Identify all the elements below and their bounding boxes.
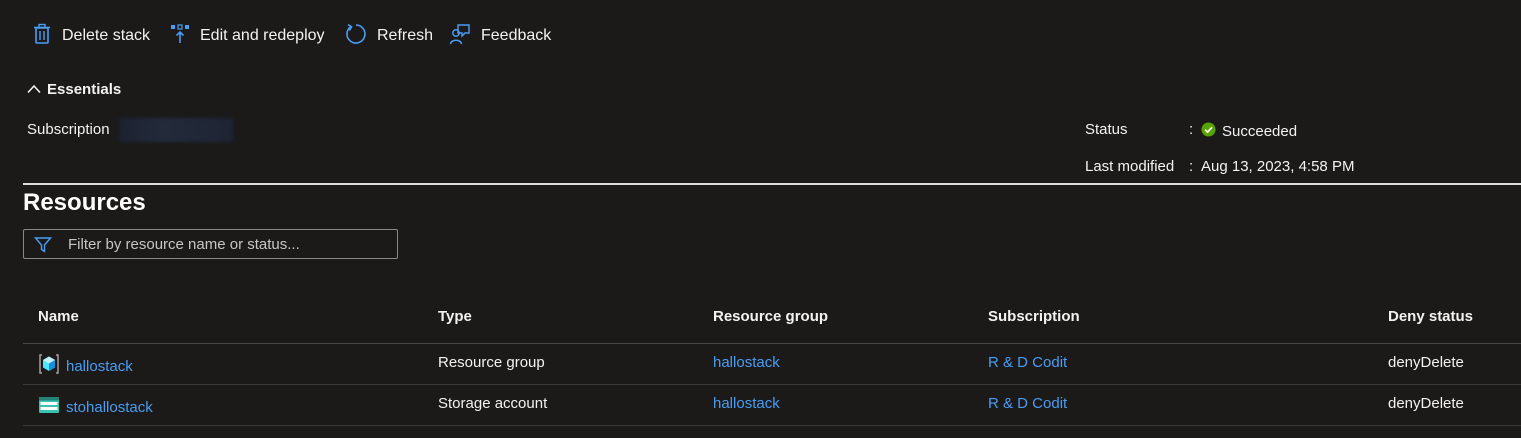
edit-and-redeploy-button[interactable]: Edit and redeploy: [170, 22, 325, 50]
column-header-type[interactable]: Type: [438, 308, 472, 325]
refresh-label: Refresh: [377, 27, 434, 44]
delete-stack-label: Delete stack: [62, 27, 151, 44]
edit-and-redeploy-label: Edit and redeploy: [200, 27, 325, 44]
delete-stack-button[interactable]: Delete stack: [32, 22, 150, 50]
trash-icon: [32, 23, 52, 50]
table-header-row: Name Type Resource group Subscription De…: [23, 300, 1521, 344]
name-cell: stohallostack: [38, 394, 153, 420]
column-header-subscription[interactable]: Subscription: [988, 308, 1080, 325]
filter-input[interactable]: [68, 233, 388, 255]
column-header-name[interactable]: Name: [38, 308, 79, 325]
resource-group-link[interactable]: hallostack: [713, 354, 780, 371]
essentials-toggle[interactable]: Essentials: [27, 78, 121, 100]
status-label: Status: [1085, 121, 1128, 138]
chevron-up-icon: [27, 81, 41, 98]
resource-name-link[interactable]: hallostack: [66, 358, 133, 375]
refresh-icon: [345, 23, 367, 50]
refresh-button[interactable]: Refresh: [345, 22, 433, 50]
section-divider: [23, 183, 1521, 185]
status-value-text: Succeeded: [1222, 123, 1298, 140]
column-header-resource-group[interactable]: Resource group: [713, 308, 828, 325]
feedback-button[interactable]: Feedback: [449, 22, 551, 50]
status-colon: :: [1189, 121, 1194, 138]
resources-title: Resources: [23, 189, 146, 216]
essentials-header-label: Essentials: [47, 80, 122, 98]
type-cell: Resource group: [438, 354, 545, 371]
type-cell: Storage account: [438, 395, 548, 412]
deny-status-cell: denyDelete: [1388, 354, 1464, 371]
storage-account-icon: [38, 394, 60, 420]
table-row: stohallostack Storage account hallostack…: [23, 385, 1521, 426]
subscription-link[interactable]: R & D Codit: [988, 395, 1067, 412]
filter-box[interactable]: [23, 229, 398, 259]
deny-status-cell: denyDelete: [1388, 395, 1464, 412]
column-header-deny-status[interactable]: Deny status: [1388, 308, 1473, 325]
resource-group-icon: [38, 353, 60, 379]
feedback-label: Feedback: [481, 27, 552, 44]
subscription-link[interactable]: R & D Codit: [988, 354, 1067, 371]
last-modified-colon: :: [1189, 158, 1194, 175]
subscription-value-redacted: [119, 118, 233, 142]
last-modified-value: Aug 13, 2023, 4:58 PM: [1201, 158, 1355, 175]
success-check-icon: [1201, 122, 1216, 141]
resource-group-link[interactable]: hallostack: [713, 395, 780, 412]
name-cell: hallostack: [38, 353, 133, 379]
status-value: Succeeded: [1201, 122, 1297, 141]
last-modified-label: Last modified: [1085, 158, 1175, 175]
feedback-icon: [449, 23, 471, 50]
filter-icon: [33, 236, 53, 258]
subscription-label: Subscription: [27, 121, 110, 138]
table-row: hallostack Resource group hallostack R &…: [23, 344, 1521, 385]
command-bar: Delete stack Edit and redeploy Refresh F…: [0, 0, 1521, 70]
deploy-icon: [170, 23, 190, 50]
resource-name-link[interactable]: stohallostack: [66, 399, 153, 416]
